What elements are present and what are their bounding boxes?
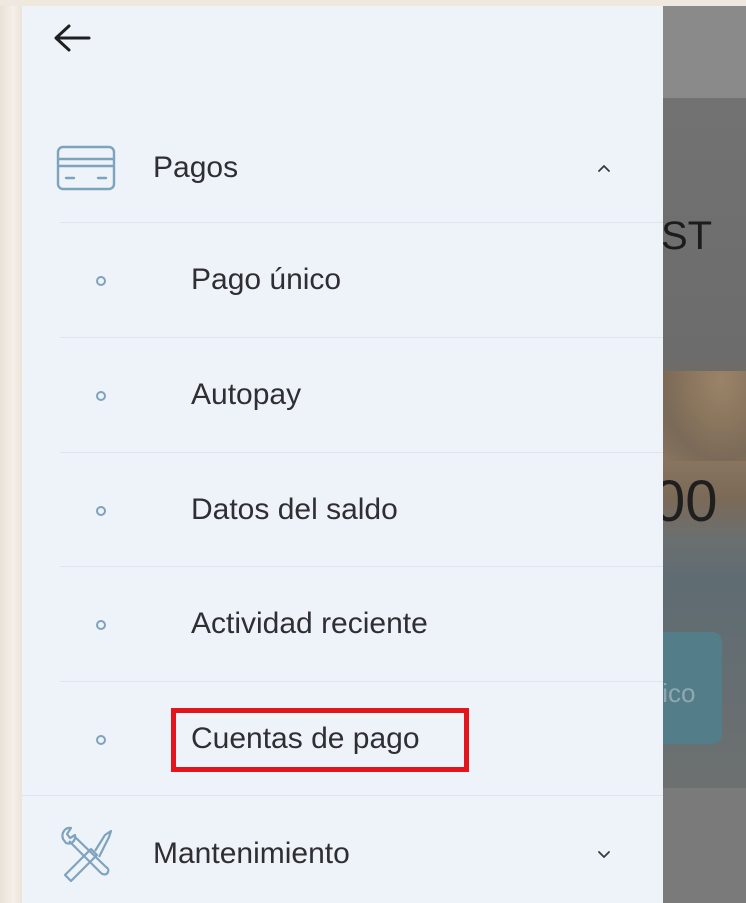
submenu-item-label: Autopay (191, 378, 302, 411)
submenu-item-datos-del-saldo[interactable]: Datos del saldo (22, 453, 663, 566)
background-header (663, 6, 746, 98)
section-maintenance-label: Mantenimiento (153, 837, 350, 870)
submenu-item-autopay[interactable]: Autopay (22, 338, 663, 451)
bullet-icon (96, 735, 106, 745)
bullet-icon (96, 276, 106, 286)
navigation-drawer: Pagos Pago único Autopay Datos del saldo… (22, 6, 663, 903)
background-hill (663, 371, 746, 461)
bullet-icon (96, 506, 106, 516)
background-partial-amount: 00 (663, 469, 718, 534)
credit-card-icon (56, 138, 116, 198)
background-partial-title: ST (663, 214, 713, 258)
back-button[interactable] (52, 20, 92, 60)
background-app[interactable]: ST 00 tico (663, 6, 746, 903)
background-button-label: tico (663, 678, 696, 708)
highlight-annotation-box (171, 708, 469, 772)
page-frame-left (0, 0, 22, 903)
wrench-screwdriver-icon (56, 824, 116, 884)
submenu-item-actividad-reciente[interactable]: Actividad reciente (22, 567, 663, 680)
chevron-down-icon (594, 844, 614, 864)
background-bottom (663, 788, 746, 903)
chevron-up-icon (594, 158, 614, 178)
arrow-left-icon (53, 24, 91, 57)
bullet-icon (96, 620, 106, 630)
section-payments[interactable]: Pagos (22, 113, 663, 223)
divider (22, 795, 663, 796)
section-maintenance[interactable]: Mantenimiento (22, 799, 663, 903)
bullet-icon (96, 391, 106, 401)
submenu-item-label: Actividad reciente (191, 607, 428, 640)
submenu-item-label: Pago único (191, 263, 342, 296)
submenu-item-pago-unico[interactable]: Pago único (22, 223, 663, 336)
section-payments-label: Pagos (153, 151, 239, 184)
submenu-item-label: Datos del saldo (191, 493, 398, 526)
